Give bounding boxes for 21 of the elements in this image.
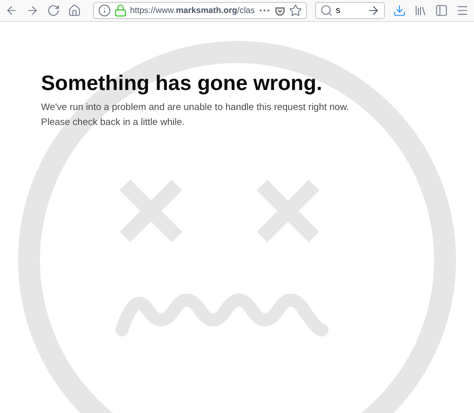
home-icon[interactable]	[68, 4, 81, 17]
library-icon[interactable]	[414, 4, 427, 17]
download-icon[interactable]	[393, 4, 406, 17]
forward-icon[interactable]	[26, 4, 39, 17]
error-title: Something has gone wrong.	[41, 71, 324, 97]
lock-icon[interactable]	[114, 4, 127, 17]
bookmark-star-icon[interactable]	[288, 4, 302, 17]
url-text: https://www.marksmath.org/clas	[130, 4, 255, 17]
error-message: Please check back in a little while.	[41, 117, 186, 129]
search-text: s	[336, 4, 342, 17]
menu-icon[interactable]	[456, 4, 469, 17]
search-icon[interactable]	[320, 4, 333, 17]
go-arrow-icon[interactable]	[367, 4, 380, 17]
back-icon[interactable]	[5, 4, 18, 17]
search-field[interactable]: s	[314, 2, 385, 19]
info-icon[interactable]	[98, 4, 111, 17]
reload-icon[interactable]	[47, 4, 60, 17]
address-bar[interactable]: https://www.marksmath.org/clas	[93, 2, 307, 19]
pocket-icon[interactable]	[274, 4, 286, 16]
sidebar-icon[interactable]	[435, 4, 448, 17]
error-message: We've run into a problem and are unable to handle this request right now.	[41, 102, 350, 114]
